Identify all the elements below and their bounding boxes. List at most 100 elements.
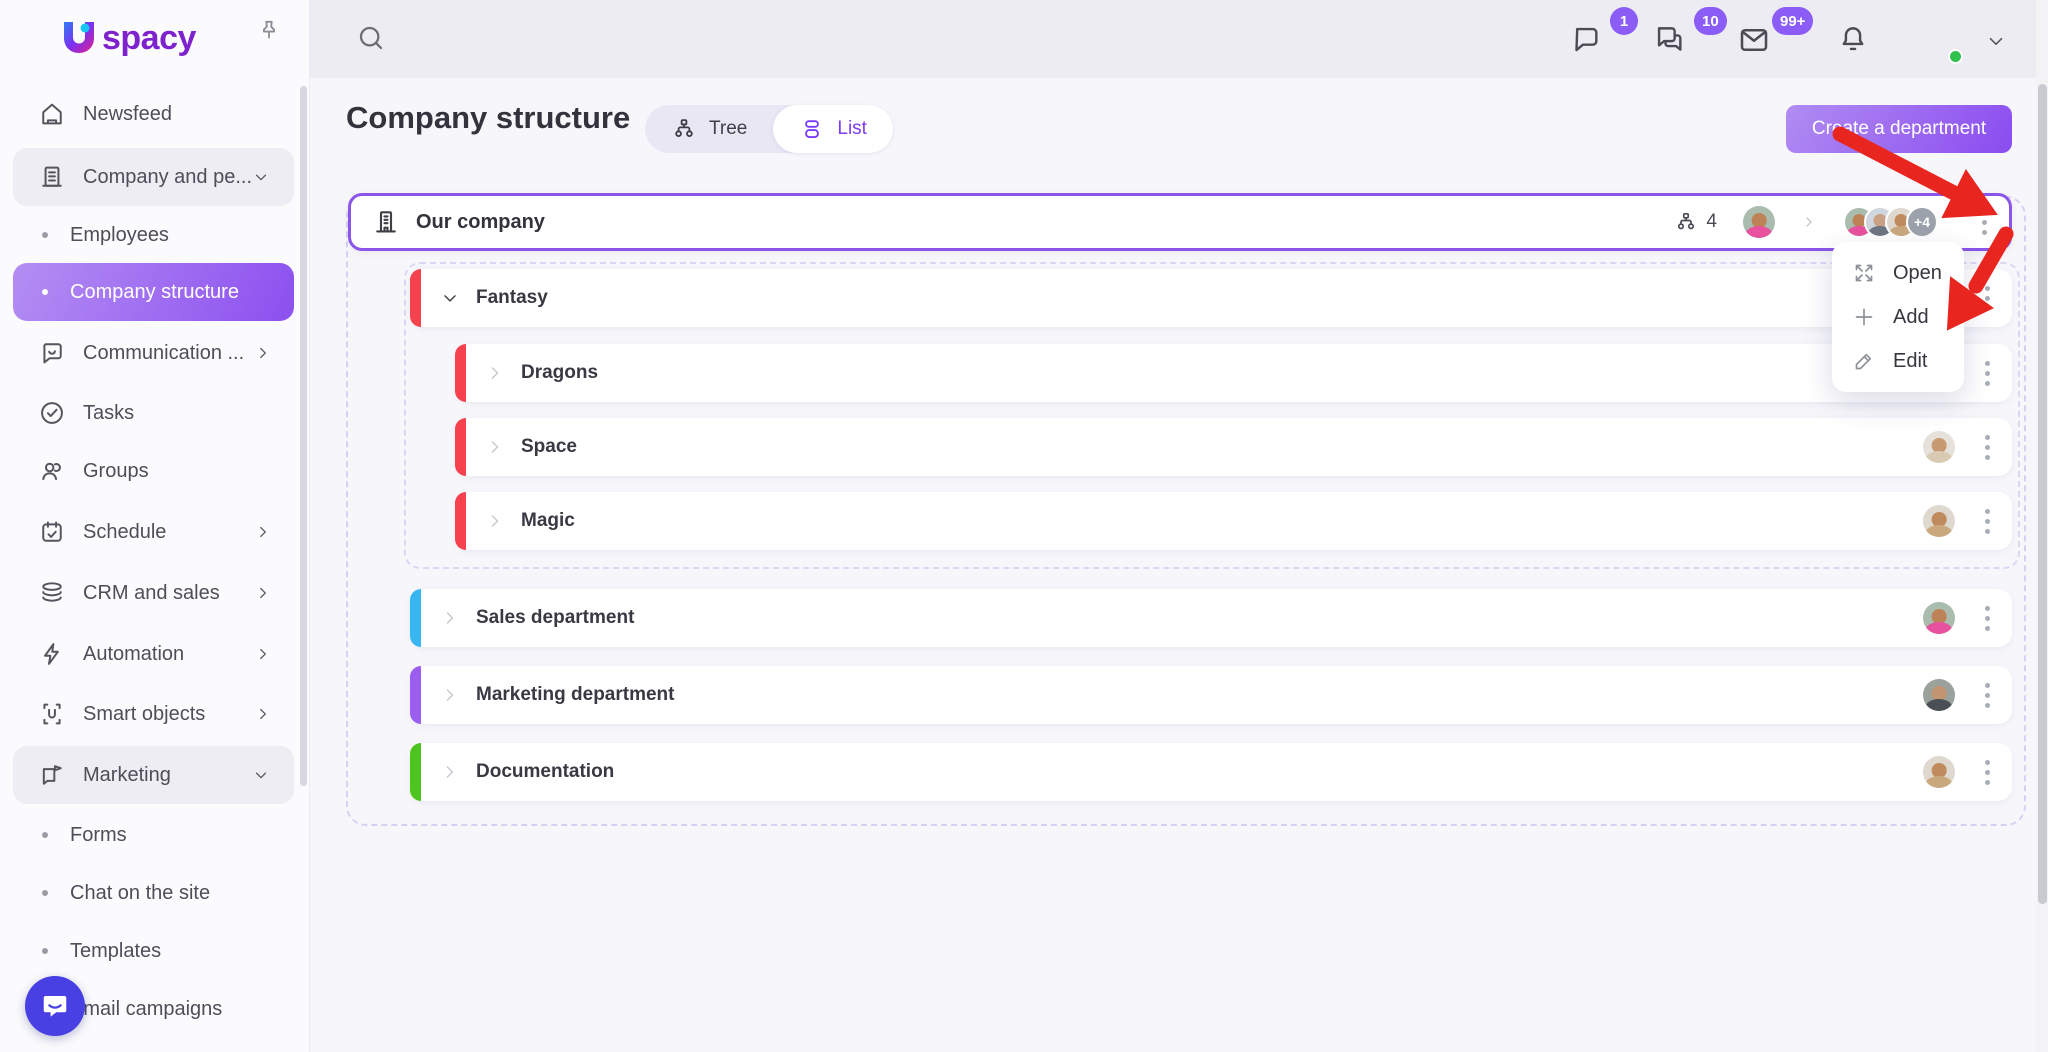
- org-members-icon: [1678, 212, 1695, 230]
- department-row-magic[interactable]: Magic: [455, 492, 2012, 550]
- sidebar-item-newsfeed[interactable]: Newsfeed: [0, 85, 310, 143]
- chevron-right-icon: [254, 705, 272, 723]
- department-row-fantasy[interactable]: Fantasy: [410, 269, 2012, 327]
- logo-text: spacy: [102, 18, 196, 57]
- sidebar-item-marketing[interactable]: Marketing: [13, 746, 294, 804]
- sidebar-item-communication[interactable]: Communication ...: [0, 324, 310, 382]
- database-icon: [38, 579, 66, 607]
- department-row-marketing[interactable]: Marketing department: [410, 666, 2012, 724]
- context-menu-add[interactable]: Add: [1832, 295, 1964, 339]
- list-view-icon: [805, 120, 820, 138]
- create-department-button[interactable]: Create a department: [1786, 105, 2012, 153]
- sidebar-item-groups[interactable]: Groups: [0, 442, 310, 500]
- context-menu-edit[interactable]: Edit: [1832, 339, 1964, 383]
- sidebar-item-automation[interactable]: Automation: [0, 625, 310, 683]
- page-scrollbar[interactable]: [2036, 0, 2048, 1052]
- department-row-documentation[interactable]: Documentation: [410, 743, 2012, 801]
- department-row-space[interactable]: Space: [455, 418, 2012, 476]
- department-head-avatar[interactable]: [1923, 431, 1955, 463]
- intercom-chat-icon: [43, 996, 67, 1017]
- chevron-right-icon[interactable]: [485, 363, 505, 383]
- bullet-icon: [42, 832, 48, 838]
- department-head-avatar[interactable]: [1923, 505, 1955, 537]
- member-avatar-stack[interactable]: +4: [1843, 206, 1938, 238]
- plus-icon: [1852, 305, 1876, 329]
- tab-list-view[interactable]: List: [773, 105, 893, 153]
- context-menu-open[interactable]: Open: [1832, 251, 1964, 295]
- row-kebab-menu[interactable]: [1981, 756, 1994, 789]
- context-menu: Open Add Edit: [1832, 242, 1964, 392]
- department-head-avatar[interactable]: [1923, 602, 1955, 634]
- company-row[interactable]: Our company 4 +4: [348, 193, 2012, 251]
- expand-icon: [1852, 261, 1876, 285]
- bullet-icon: [42, 890, 48, 896]
- chevron-right-icon: [254, 344, 272, 362]
- bell-icon[interactable]: [1836, 22, 1870, 56]
- chevron-right-icon[interactable]: [485, 437, 505, 457]
- row-kebab-menu[interactable]: [1981, 357, 1994, 390]
- chat-badge: 1: [1610, 7, 1638, 35]
- accent-bar: [455, 344, 466, 402]
- pin-sidebar-icon[interactable]: [256, 18, 282, 44]
- mail-icon[interactable]: [1736, 22, 1772, 58]
- chevron-down-icon: [252, 766, 270, 784]
- page-scrollbar-thumb[interactable]: [2037, 84, 2047, 904]
- chevron-down-icon[interactable]: [1985, 30, 2007, 52]
- accent-bar: [455, 492, 466, 550]
- chevron-right-icon[interactable]: [485, 511, 505, 531]
- bullet-icon: [42, 289, 48, 295]
- department-row-sales[interactable]: Sales department: [410, 589, 2012, 647]
- row-kebab-menu[interactable]: [1981, 505, 1994, 538]
- sidebar-scrollbar[interactable]: [300, 86, 307, 786]
- sidebar-item-forms[interactable]: Forms: [0, 806, 310, 864]
- sidebar-item-company-structure[interactable]: Company structure: [13, 263, 294, 321]
- lightning-icon: [38, 640, 66, 668]
- company-name: Our company: [416, 210, 545, 233]
- bullet-icon: [42, 948, 48, 954]
- accent-bar: [410, 743, 421, 801]
- row-kebab-menu[interactable]: [1981, 431, 1994, 464]
- company-kebab-menu[interactable]: [1978, 206, 1991, 239]
- accent-bar: [410, 269, 421, 327]
- intercom-chat-launcher[interactable]: [25, 976, 85, 1036]
- tree-view-icon: [675, 119, 693, 137]
- sidebar: spacy Newsfeed Company and pe... Employe…: [0, 0, 310, 1052]
- tab-tree-view[interactable]: Tree: [645, 105, 773, 153]
- sidebar-item-company-and-people[interactable]: Company and pe...: [13, 148, 294, 206]
- accent-bar: [410, 666, 421, 724]
- department-row-dragons[interactable]: Dragons: [455, 344, 2012, 402]
- accent-bar: [455, 418, 466, 476]
- tasks-icon: [38, 399, 66, 427]
- group-chat-icon[interactable]: [1652, 22, 1686, 56]
- chevron-right-icon[interactable]: [440, 762, 460, 782]
- sidebar-item-chat-on-the-site[interactable]: Chat on the site: [0, 864, 310, 922]
- chevron-right-icon: [1801, 214, 1817, 230]
- sidebar-item-smart-objects[interactable]: Smart objects: [0, 685, 310, 743]
- chevron-right-icon[interactable]: [440, 685, 460, 705]
- chevron-right-icon: [254, 584, 272, 602]
- department-head-avatar[interactable]: [1923, 756, 1955, 788]
- topbar: 1 10 99+: [310, 0, 2048, 78]
- row-kebab-menu[interactable]: [1981, 679, 1994, 712]
- chevron-down-icon[interactable]: [440, 288, 460, 308]
- sidebar-item-employees[interactable]: Employees: [0, 206, 310, 264]
- chevron-right-icon: [254, 645, 272, 663]
- head-avatar[interactable]: [1743, 206, 1775, 238]
- department-head-avatar[interactable]: [1923, 679, 1955, 711]
- row-kebab-menu[interactable]: [1981, 602, 1994, 635]
- uspacy-logo[interactable]: spacy: [58, 16, 196, 60]
- mail-badge: 99+: [1772, 7, 1814, 35]
- chevron-right-icon[interactable]: [440, 608, 460, 628]
- sidebar-item-crm-and-sales[interactable]: CRM and sales: [0, 564, 310, 622]
- avatar-overflow-badge[interactable]: +4: [1906, 206, 1938, 238]
- company-building-icon: [376, 211, 396, 233]
- members-count: 4: [1674, 210, 1717, 234]
- search-icon[interactable]: [355, 22, 387, 54]
- sidebar-item-tasks[interactable]: Tasks: [0, 384, 310, 442]
- chevron-down-icon: [252, 168, 270, 186]
- groups-icon: [38, 457, 66, 485]
- chat-icon[interactable]: [1568, 22, 1602, 56]
- sidebar-item-schedule[interactable]: Schedule: [0, 503, 310, 561]
- row-kebab-menu[interactable]: [1981, 282, 1994, 315]
- sidebar-item-templates[interactable]: Templates: [0, 922, 310, 980]
